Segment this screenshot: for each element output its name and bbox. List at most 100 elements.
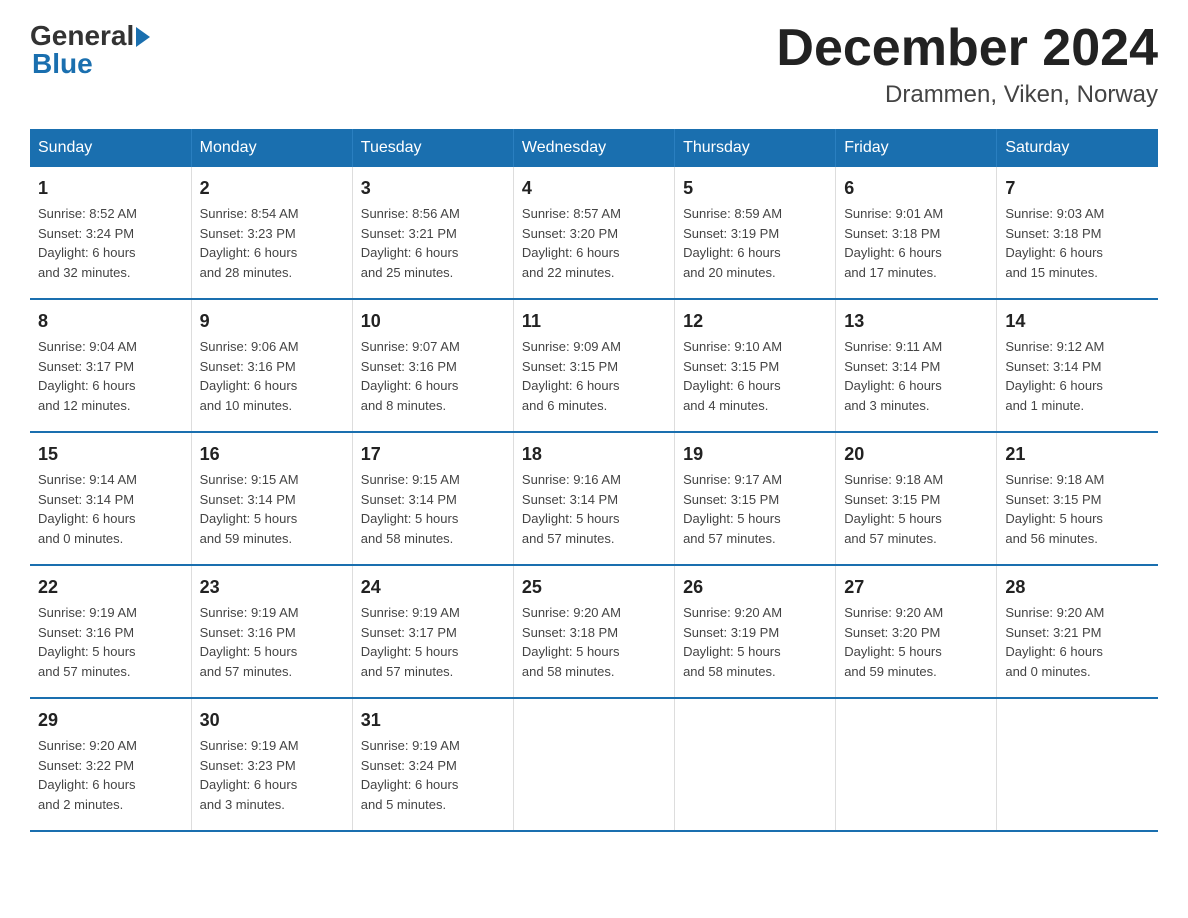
calendar-day-cell: 4Sunrise: 8:57 AMSunset: 3:20 PMDaylight… (513, 167, 674, 299)
day-number: 18 (522, 441, 666, 468)
day-sun-info: Sunrise: 9:19 AMSunset: 3:24 PMDaylight:… (361, 736, 505, 814)
calendar-day-cell: 17Sunrise: 9:15 AMSunset: 3:14 PMDayligh… (352, 432, 513, 565)
calendar-day-cell (513, 698, 674, 831)
calendar-day-cell: 11Sunrise: 9:09 AMSunset: 3:15 PMDayligh… (513, 299, 674, 432)
title-area: December 2024 Drammen, Viken, Norway (776, 20, 1158, 109)
logo-arrow-icon (136, 27, 150, 47)
day-sun-info: Sunrise: 8:56 AMSunset: 3:21 PMDaylight:… (361, 204, 505, 282)
calendar-day-cell: 5Sunrise: 8:59 AMSunset: 3:19 PMDaylight… (675, 167, 836, 299)
day-sun-info: Sunrise: 9:14 AMSunset: 3:14 PMDaylight:… (38, 470, 183, 548)
day-sun-info: Sunrise: 9:04 AMSunset: 3:17 PMDaylight:… (38, 337, 183, 415)
calendar-day-cell: 25Sunrise: 9:20 AMSunset: 3:18 PMDayligh… (513, 565, 674, 698)
location: Drammen, Viken, Norway (776, 81, 1158, 109)
calendar-day-cell: 31Sunrise: 9:19 AMSunset: 3:24 PMDayligh… (352, 698, 513, 831)
day-sun-info: Sunrise: 8:54 AMSunset: 3:23 PMDaylight:… (200, 204, 344, 282)
day-number: 27 (844, 574, 988, 601)
logo-blue: Blue (30, 48, 93, 80)
day-number: 15 (38, 441, 183, 468)
calendar-day-cell: 30Sunrise: 9:19 AMSunset: 3:23 PMDayligh… (191, 698, 352, 831)
day-sun-info: Sunrise: 9:06 AMSunset: 3:16 PMDaylight:… (200, 337, 344, 415)
day-number: 12 (683, 308, 827, 335)
day-sun-info: Sunrise: 9:11 AMSunset: 3:14 PMDaylight:… (844, 337, 988, 415)
day-number: 8 (38, 308, 183, 335)
day-number: 17 (361, 441, 505, 468)
day-number: 1 (38, 175, 183, 202)
day-number: 6 (844, 175, 988, 202)
calendar-day-cell: 29Sunrise: 9:20 AMSunset: 3:22 PMDayligh… (30, 698, 191, 831)
day-sun-info: Sunrise: 9:03 AMSunset: 3:18 PMDaylight:… (1005, 204, 1150, 282)
days-header-row: SundayMondayTuesdayWednesdayThursdayFrid… (30, 129, 1158, 167)
calendar-day-cell: 7Sunrise: 9:03 AMSunset: 3:18 PMDaylight… (997, 167, 1158, 299)
calendar-day-cell: 9Sunrise: 9:06 AMSunset: 3:16 PMDaylight… (191, 299, 352, 432)
day-number: 24 (361, 574, 505, 601)
calendar-day-cell: 19Sunrise: 9:17 AMSunset: 3:15 PMDayligh… (675, 432, 836, 565)
day-sun-info: Sunrise: 9:19 AMSunset: 3:23 PMDaylight:… (200, 736, 344, 814)
day-number: 5 (683, 175, 827, 202)
day-of-week-header: Wednesday (513, 129, 674, 167)
day-sun-info: Sunrise: 9:20 AMSunset: 3:18 PMDaylight:… (522, 603, 666, 681)
day-sun-info: Sunrise: 9:20 AMSunset: 3:21 PMDaylight:… (1005, 603, 1150, 681)
day-sun-info: Sunrise: 9:18 AMSunset: 3:15 PMDaylight:… (844, 470, 988, 548)
day-sun-info: Sunrise: 8:59 AMSunset: 3:19 PMDaylight:… (683, 204, 827, 282)
day-number: 9 (200, 308, 344, 335)
calendar-table: SundayMondayTuesdayWednesdayThursdayFrid… (30, 129, 1158, 832)
day-sun-info: Sunrise: 8:57 AMSunset: 3:20 PMDaylight:… (522, 204, 666, 282)
day-sun-info: Sunrise: 9:19 AMSunset: 3:16 PMDaylight:… (38, 603, 183, 681)
day-sun-info: Sunrise: 9:20 AMSunset: 3:22 PMDaylight:… (38, 736, 183, 814)
page-header: General Blue December 2024 Drammen, Vike… (30, 20, 1158, 109)
day-sun-info: Sunrise: 9:18 AMSunset: 3:15 PMDaylight:… (1005, 470, 1150, 548)
day-number: 21 (1005, 441, 1150, 468)
day-of-week-header: Monday (191, 129, 352, 167)
calendar-day-cell: 14Sunrise: 9:12 AMSunset: 3:14 PMDayligh… (997, 299, 1158, 432)
day-number: 16 (200, 441, 344, 468)
calendar-day-cell: 24Sunrise: 9:19 AMSunset: 3:17 PMDayligh… (352, 565, 513, 698)
day-sun-info: Sunrise: 9:07 AMSunset: 3:16 PMDaylight:… (361, 337, 505, 415)
day-number: 10 (361, 308, 505, 335)
day-number: 13 (844, 308, 988, 335)
day-number: 2 (200, 175, 344, 202)
day-number: 20 (844, 441, 988, 468)
day-sun-info: Sunrise: 9:10 AMSunset: 3:15 PMDaylight:… (683, 337, 827, 415)
day-sun-info: Sunrise: 9:19 AMSunset: 3:17 PMDaylight:… (361, 603, 505, 681)
day-number: 3 (361, 175, 505, 202)
calendar-day-cell: 3Sunrise: 8:56 AMSunset: 3:21 PMDaylight… (352, 167, 513, 299)
day-sun-info: Sunrise: 9:15 AMSunset: 3:14 PMDaylight:… (200, 470, 344, 548)
day-of-week-header: Thursday (675, 129, 836, 167)
calendar-day-cell: 27Sunrise: 9:20 AMSunset: 3:20 PMDayligh… (836, 565, 997, 698)
calendar-day-cell: 22Sunrise: 9:19 AMSunset: 3:16 PMDayligh… (30, 565, 191, 698)
day-number: 19 (683, 441, 827, 468)
day-number: 26 (683, 574, 827, 601)
day-number: 7 (1005, 175, 1150, 202)
calendar-day-cell: 8Sunrise: 9:04 AMSunset: 3:17 PMDaylight… (30, 299, 191, 432)
calendar-week-row: 1Sunrise: 8:52 AMSunset: 3:24 PMDaylight… (30, 167, 1158, 299)
day-number: 11 (522, 308, 666, 335)
day-number: 22 (38, 574, 183, 601)
calendar-day-cell: 15Sunrise: 9:14 AMSunset: 3:14 PMDayligh… (30, 432, 191, 565)
day-of-week-header: Saturday (997, 129, 1158, 167)
day-number: 4 (522, 175, 666, 202)
day-number: 29 (38, 707, 183, 734)
calendar-day-cell (997, 698, 1158, 831)
month-title: December 2024 (776, 20, 1158, 77)
calendar-day-cell: 26Sunrise: 9:20 AMSunset: 3:19 PMDayligh… (675, 565, 836, 698)
day-sun-info: Sunrise: 8:52 AMSunset: 3:24 PMDaylight:… (38, 204, 183, 282)
day-number: 23 (200, 574, 344, 601)
day-sun-info: Sunrise: 9:20 AMSunset: 3:20 PMDaylight:… (844, 603, 988, 681)
calendar-day-cell: 2Sunrise: 8:54 AMSunset: 3:23 PMDaylight… (191, 167, 352, 299)
calendar-day-cell (836, 698, 997, 831)
day-sun-info: Sunrise: 9:09 AMSunset: 3:15 PMDaylight:… (522, 337, 666, 415)
calendar-day-cell: 21Sunrise: 9:18 AMSunset: 3:15 PMDayligh… (997, 432, 1158, 565)
calendar-week-row: 15Sunrise: 9:14 AMSunset: 3:14 PMDayligh… (30, 432, 1158, 565)
day-number: 30 (200, 707, 344, 734)
day-of-week-header: Friday (836, 129, 997, 167)
calendar-day-cell: 20Sunrise: 9:18 AMSunset: 3:15 PMDayligh… (836, 432, 997, 565)
day-sun-info: Sunrise: 9:01 AMSunset: 3:18 PMDaylight:… (844, 204, 988, 282)
day-number: 28 (1005, 574, 1150, 601)
calendar-day-cell: 12Sunrise: 9:10 AMSunset: 3:15 PMDayligh… (675, 299, 836, 432)
calendar-day-cell: 18Sunrise: 9:16 AMSunset: 3:14 PMDayligh… (513, 432, 674, 565)
day-sun-info: Sunrise: 9:12 AMSunset: 3:14 PMDaylight:… (1005, 337, 1150, 415)
calendar-day-cell (675, 698, 836, 831)
day-sun-info: Sunrise: 9:19 AMSunset: 3:16 PMDaylight:… (200, 603, 344, 681)
calendar-body: 1Sunrise: 8:52 AMSunset: 3:24 PMDaylight… (30, 167, 1158, 831)
day-of-week-header: Tuesday (352, 129, 513, 167)
